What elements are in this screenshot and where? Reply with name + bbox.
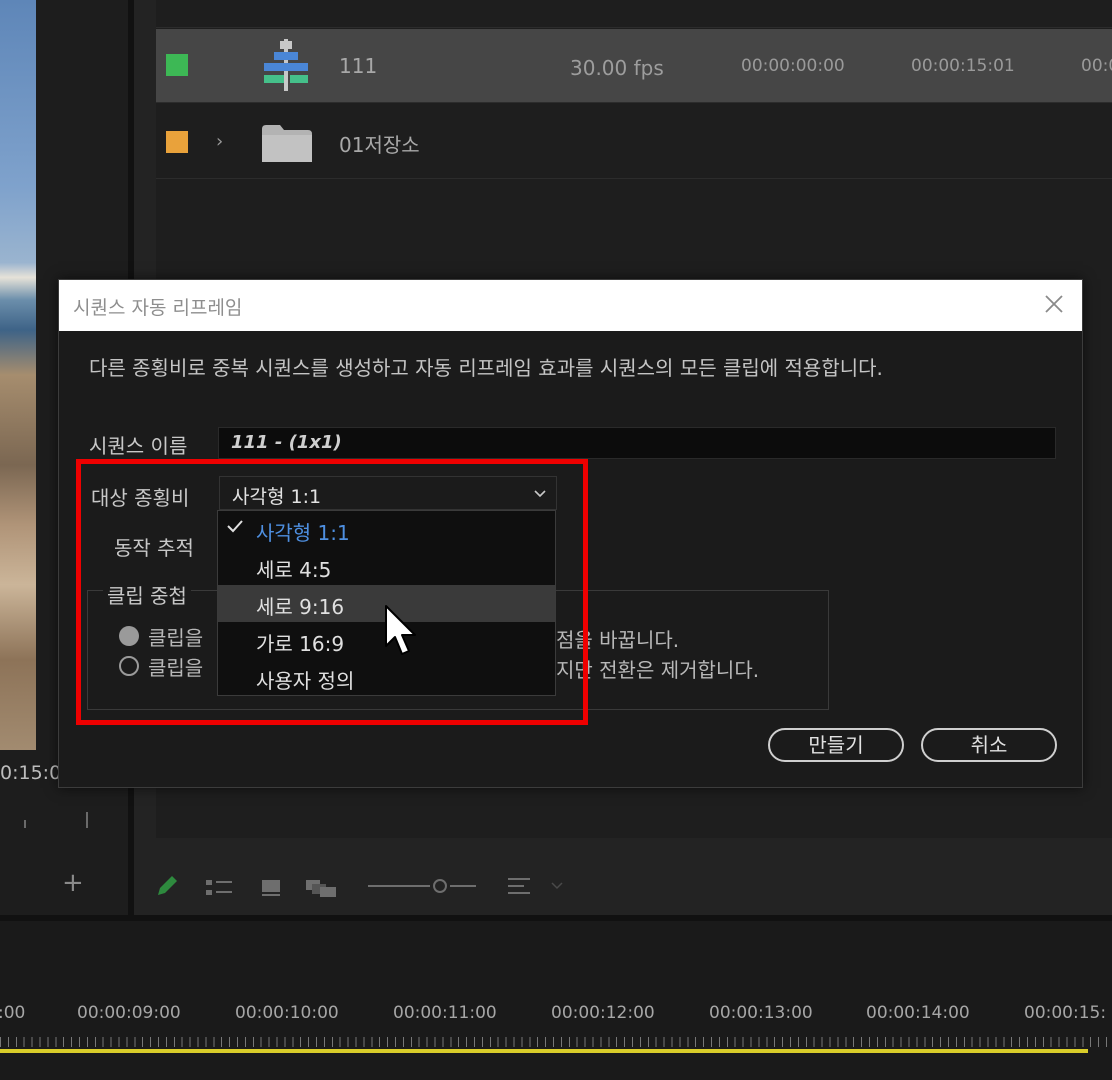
- dialog-description: 다른 종횡비로 중복 시퀀스를 생성하고 자동 리프레임 효과를 시퀀스의 모든…: [89, 356, 883, 380]
- sequence-name-label: 시퀀스 이름: [89, 434, 188, 458]
- annotation-highlight-box: [76, 459, 588, 725]
- icon-view-icon[interactable]: [260, 874, 282, 902]
- timeline-tick-label: 00:00:13:00: [709, 1003, 813, 1023]
- list-item-bin[interactable]: › 01저장소: [156, 105, 1112, 179]
- chevron-right-icon[interactable]: ›: [216, 131, 223, 152]
- media-end: 00:00:15:01: [911, 56, 1015, 76]
- dialog-title-bar[interactable]: 시퀀스 자동 리프레임: [59, 280, 1082, 331]
- list-view-icon[interactable]: [204, 874, 234, 902]
- time-ruler[interactable]: [0, 1031, 1112, 1051]
- timeline-tick-label: 00:00:12:00: [551, 1003, 655, 1023]
- timeline-tick-label: 00:00:14:00: [866, 1003, 970, 1023]
- list-item[interactable]: [156, 0, 1112, 28]
- sort-icon[interactable]: [506, 872, 568, 900]
- tick-mark: [24, 820, 26, 828]
- preview-timecode: 0:15:0: [0, 762, 62, 784]
- timeline-tick-label: 00:00:11:00: [393, 1003, 497, 1023]
- add-icon[interactable]: +: [62, 870, 84, 896]
- freeform-view-icon[interactable]: [304, 874, 338, 902]
- timeline-tick-label: 00:00:10:00: [235, 1003, 339, 1023]
- label-color-swatch[interactable]: [166, 54, 188, 76]
- list-item-sequence[interactable]: 111 30.00 fps 00:00:00:00 00:00:15:01 00…: [156, 29, 1112, 103]
- label-color-swatch[interactable]: [166, 131, 188, 153]
- mouse-cursor-icon: [385, 605, 416, 655]
- sequence-name: 111: [339, 54, 378, 78]
- timeline-tick-label: :00: [0, 1003, 26, 1023]
- tick-mark: [86, 812, 88, 828]
- work-area-bar[interactable]: [0, 1049, 1088, 1053]
- frame-rate: 30.00 fps: [570, 56, 664, 80]
- close-icon[interactable]: [1042, 292, 1066, 316]
- cancel-button[interactable]: 취소: [921, 728, 1057, 762]
- timeline-tick-label: 00:00:09:00: [77, 1003, 181, 1023]
- timeline-panel: :00 00:00:09:00 00:00:10:00 00:00:11:00 …: [0, 915, 1112, 1080]
- sequence-icon: [264, 39, 308, 91]
- media-start: 00:00:00:00: [741, 56, 845, 76]
- folder-icon: [262, 125, 312, 162]
- audio-clip-icon: [260, 0, 314, 14]
- pencil-icon[interactable]: [154, 872, 180, 900]
- bin-name: 01저장소: [339, 133, 420, 157]
- sequence-name-input[interactable]: 111 - (1x1): [218, 427, 1056, 459]
- media-duration: 00:0: [1081, 56, 1112, 76]
- zoom-slider[interactable]: [368, 872, 476, 900]
- timeline-tick-label: 00:00:15:: [1024, 1003, 1107, 1023]
- create-button[interactable]: 만들기: [768, 728, 904, 762]
- program-preview: [0, 0, 36, 750]
- dialog-title: 시퀀스 자동 리프레임: [73, 297, 243, 319]
